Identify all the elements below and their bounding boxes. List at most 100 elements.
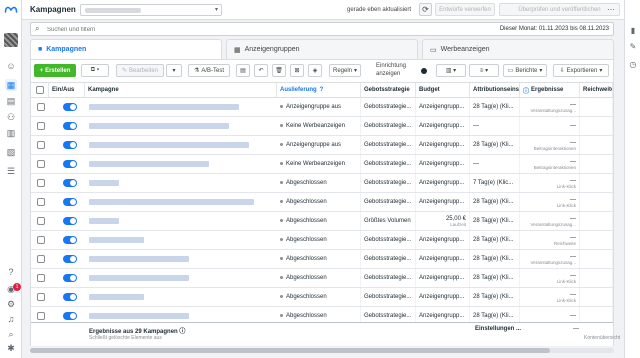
campaign-toggle[interactable] [63, 274, 77, 282]
horizontal-scrollbar[interactable] [30, 348, 614, 353]
setup-view-button[interactable]: Einrichtung anzeigen [376, 62, 406, 78]
table-row[interactable]: Abgeschlossen Gebotsstrategie... Anzeigeng… [31, 193, 613, 212]
campaign-name-redacted[interactable] [89, 237, 144, 243]
row-checkbox[interactable] [37, 217, 45, 225]
lock-button[interactable]: ⊠ [290, 64, 304, 77]
reports-button[interactable]: ▭ Berichte ▾ [503, 64, 547, 77]
pencil-icon[interactable]: ✎ [627, 40, 639, 52]
export-button[interactable]: ⇩ Exportieren ▾ [553, 64, 609, 77]
column-campaign[interactable]: Kampagne [85, 83, 277, 97]
duplicate-button[interactable]: ⧉ ▾ [81, 64, 109, 77]
edit-button[interactable]: ✎ Bearbeiten [116, 64, 164, 77]
campaign-name-redacted[interactable] [89, 199, 254, 205]
campaign-name-redacted[interactable] [89, 256, 189, 262]
create-button[interactable]: + Erstellen [34, 64, 76, 77]
refresh-button[interactable]: ⟳ [419, 3, 432, 16]
column-results[interactable]: ⓘ Ergebnisse [520, 83, 580, 97]
campaign-toggle[interactable] [63, 198, 77, 206]
setup-toggle[interactable] [417, 64, 431, 77]
catalog-icon[interactable]: ▥ [5, 127, 17, 139]
delete-button[interactable]: 🗑 [272, 64, 286, 77]
table-row[interactable]: Keine Werbeanzeigen Gebotsstrategie... Anz… [31, 117, 613, 136]
date-range-picker[interactable]: Dieser Monat: 01.11.2023 bis 08.11.2023 [500, 26, 609, 32]
bell-icon[interactable]: ♫ [5, 313, 17, 325]
table-row[interactable]: Abgeschlossen Gebotsstrategie... Anzeigeng… [31, 231, 613, 250]
smiley-icon[interactable]: ☺ [5, 60, 17, 72]
rules-button[interactable]: Regeln ▾ [329, 64, 361, 77]
tab-ads[interactable]: ▭ Werbeanzeigen [422, 39, 614, 59]
table-row[interactable]: Abgeschlossen Gebotsstrategie... Anzeigeng… [31, 307, 613, 322]
table-row[interactable]: Abgeschlossen Gebotsstrategie... Anzeigeng… [31, 174, 613, 193]
undo-button[interactable]: ↶ [254, 64, 268, 77]
search-input[interactable] [47, 25, 347, 34]
clipboard-button[interactable]: ▤ [236, 64, 250, 77]
audiences-icon[interactable]: ⚇ [5, 111, 17, 123]
help-icon[interactable]: ? [5, 266, 17, 278]
campaign-toggle[interactable] [63, 103, 77, 111]
business-icon[interactable]: ▧ [5, 146, 17, 158]
account-avatar[interactable] [4, 33, 18, 47]
table-row[interactable]: Abgeschlossen Gebotsstrategie... Anzeigeng… [31, 250, 613, 269]
row-checkbox[interactable] [37, 122, 45, 130]
column-on-off[interactable]: Ein/Aus [49, 83, 85, 97]
table-row[interactable]: Abgeschlossen Gebotsstrategie... Anzeigeng… [31, 288, 613, 307]
discard-drafts-button[interactable]: Entwürfe verwerfen [435, 3, 495, 16]
scrollbar-thumb[interactable] [30, 348, 550, 353]
campaign-name-redacted[interactable] [89, 294, 144, 300]
campaign-toggle[interactable] [63, 236, 77, 244]
table-row[interactable]: Abgeschlossen Gebotsstrategie... Anzeigeng… [31, 269, 613, 288]
columns-button[interactable]: ▥ ▾ [436, 64, 466, 77]
campaign-name-redacted[interactable] [89, 142, 249, 148]
campaign-name-redacted[interactable] [89, 104, 239, 110]
table-row[interactable]: Anzeigengruppe aus Gebotsstrategie... Anze… [31, 136, 613, 155]
settings-icon[interactable]: ⚙ [5, 298, 17, 310]
campaign-name-redacted[interactable] [89, 161, 209, 167]
table-row[interactable]: Keine Werbeanzeigen Gebotsstrategie... Anz… [31, 155, 613, 174]
campaign-toggle[interactable] [63, 179, 77, 187]
campaign-name-redacted[interactable] [89, 275, 189, 281]
campaign-toggle[interactable] [63, 141, 77, 149]
campaign-toggle[interactable] [63, 122, 77, 130]
ads-manager-table-icon[interactable]: ▦ [5, 79, 17, 91]
campaign-toggle[interactable] [63, 217, 77, 225]
table-row[interactable]: Anzeigengruppe aus Gebotsstrategie... Anze… [31, 98, 613, 117]
menu-icon[interactable]: ☰ [5, 165, 17, 177]
campaign-toggle[interactable] [63, 160, 77, 168]
search-icon[interactable]: ⌕ [5, 328, 17, 340]
row-checkbox[interactable] [37, 293, 45, 301]
column-delivery[interactable]: Auslieferung ? [277, 83, 361, 97]
more-options-icon[interactable]: ⋯ [603, 3, 619, 16]
column-reach[interactable]: Reichweite [580, 83, 613, 97]
ab-test-button[interactable]: ⚗ A/B-Test [188, 64, 230, 77]
account-selector[interactable]: ▾ [80, 4, 222, 16]
row-checkbox[interactable] [37, 198, 45, 206]
row-checkbox[interactable] [37, 274, 45, 282]
column-budget[interactable]: Budget [416, 83, 470, 97]
row-checkbox[interactable] [37, 236, 45, 244]
select-all-column[interactable] [31, 83, 49, 97]
review-publish-button[interactable]: Überprüfen und veröffentlichen [499, 3, 620, 16]
pages-icon[interactable]: ▤ [5, 95, 17, 107]
column-bid-strategy[interactable]: Gebotsstrategie [361, 83, 416, 97]
clock-icon[interactable]: ◷ [627, 58, 639, 70]
tab-ad-sets[interactable]: ▦ Anzeigengruppen [226, 39, 418, 59]
row-checkbox[interactable] [37, 141, 45, 149]
campaign-toggle[interactable] [63, 255, 77, 263]
campaign-name-redacted[interactable] [89, 123, 229, 129]
campaign-name-redacted[interactable] [89, 313, 189, 319]
breakdown-button[interactable]: ≡ ▾ [469, 64, 499, 77]
bug-icon[interactable]: ✱ [5, 342, 17, 354]
row-checkbox[interactable] [37, 312, 45, 320]
row-checkbox[interactable] [37, 103, 45, 111]
chart-icon[interactable]: ▮ [627, 24, 639, 36]
row-checkbox[interactable] [37, 179, 45, 187]
row-checkbox[interactable] [37, 160, 45, 168]
row-checkbox[interactable] [37, 255, 45, 263]
campaign-toggle[interactable] [63, 293, 77, 301]
tab-campaigns[interactable]: ■ Kampagnen [30, 39, 222, 59]
edit-dropdown-button[interactable]: ▾ [166, 64, 182, 77]
column-attribution[interactable]: Attributionseinstellung [470, 83, 520, 97]
table-row[interactable]: Abgeschlossen Größtes Volumen 25,00 € Laufz… [31, 212, 613, 231]
meta-logo-icon[interactable] [4, 5, 18, 14]
campaign-name-redacted[interactable] [89, 180, 119, 186]
